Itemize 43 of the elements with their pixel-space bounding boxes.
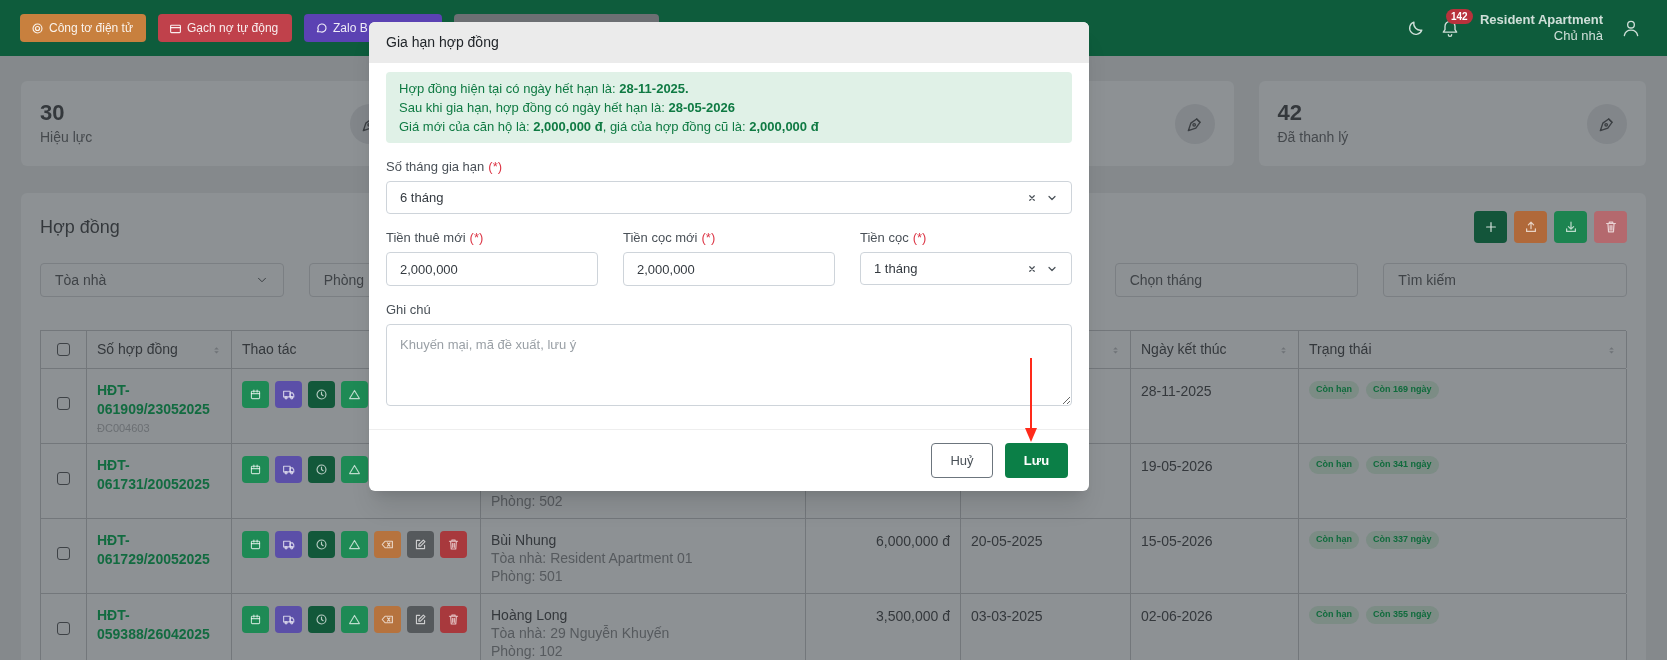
end-date: 19-05-2026 — [1141, 458, 1213, 474]
column-header: Trạng thái — [1309, 340, 1372, 359]
start-date: 20-05-2025 — [971, 533, 1043, 549]
end-date: 02-06-2026 — [1141, 608, 1213, 624]
user-name: Resident Apartment — [1479, 11, 1603, 28]
field-label: Ghi chú — [386, 301, 432, 316]
stat-value: 42 — [1277, 99, 1303, 127]
status-tag: Còn 341 ngày — [1366, 456, 1439, 474]
start-date: 03-03-2025 — [971, 608, 1043, 624]
column-header: Thao tác — [242, 340, 297, 359]
required-mark: (*) — [701, 229, 716, 244]
stat-label: Hiệu lực — [40, 127, 93, 147]
stat-label: Đã thanh lý — [1277, 127, 1349, 147]
status-tag: Còn 337 ngày — [1366, 531, 1439, 549]
required-mark: (*) — [912, 229, 927, 244]
field-label: Tiền cọc — [860, 229, 909, 244]
required-mark: (*) — [469, 229, 484, 244]
end-date: 15-05-2026 — [1141, 533, 1213, 549]
stat-value: 30 — [40, 99, 66, 127]
status-tag: Còn hạn — [1309, 606, 1359, 624]
tenant-name: Bùi Nhung — [491, 531, 558, 549]
field-label: Tiền cọc mới — [623, 229, 698, 244]
column-header: Ngày kết thúc — [1141, 340, 1227, 359]
status-tag: Còn hạn — [1309, 381, 1359, 399]
price-text: 3,500,000 đ — [876, 608, 950, 624]
notification-badge: 142 — [1445, 9, 1473, 24]
tenant-name: Hoàng Long — [491, 606, 569, 624]
notice-text: Hợp đồng hiện tại có ngày hết hạn là: 28-11-2025. — [399, 80, 690, 98]
price-text: 6,000,000 đ — [876, 533, 950, 549]
dialog-title: Gia hạn hợp đồng — [386, 33, 499, 52]
section-title: Hợp đồng — [40, 215, 120, 239]
notice-text: Sau khi gia hạn, hợp đồng có ngày hết hạn là: 28-05-2026 — [399, 99, 736, 117]
field-label: Tiền thuê mới — [386, 229, 466, 244]
status-tag: Còn 169 ngày — [1366, 381, 1439, 399]
status-tag: Còn hạn — [1309, 456, 1359, 474]
notice-text: Giá mới của căn hộ là: 2,000,000 đ, giá của hợp đồng cũ là: 2,000,000 đ — [399, 118, 820, 136]
status-tag: Còn hạn — [1309, 531, 1359, 549]
required-mark: (*) — [488, 158, 503, 173]
end-date: 28-11-2025 — [1141, 383, 1212, 399]
user-role: Chủ nhà — [1553, 28, 1603, 45]
field-label: Số tháng gia hạn — [386, 158, 485, 173]
column-header: Số hợp đồng — [97, 340, 178, 359]
status-tag: Còn 355 ngày — [1366, 606, 1439, 624]
